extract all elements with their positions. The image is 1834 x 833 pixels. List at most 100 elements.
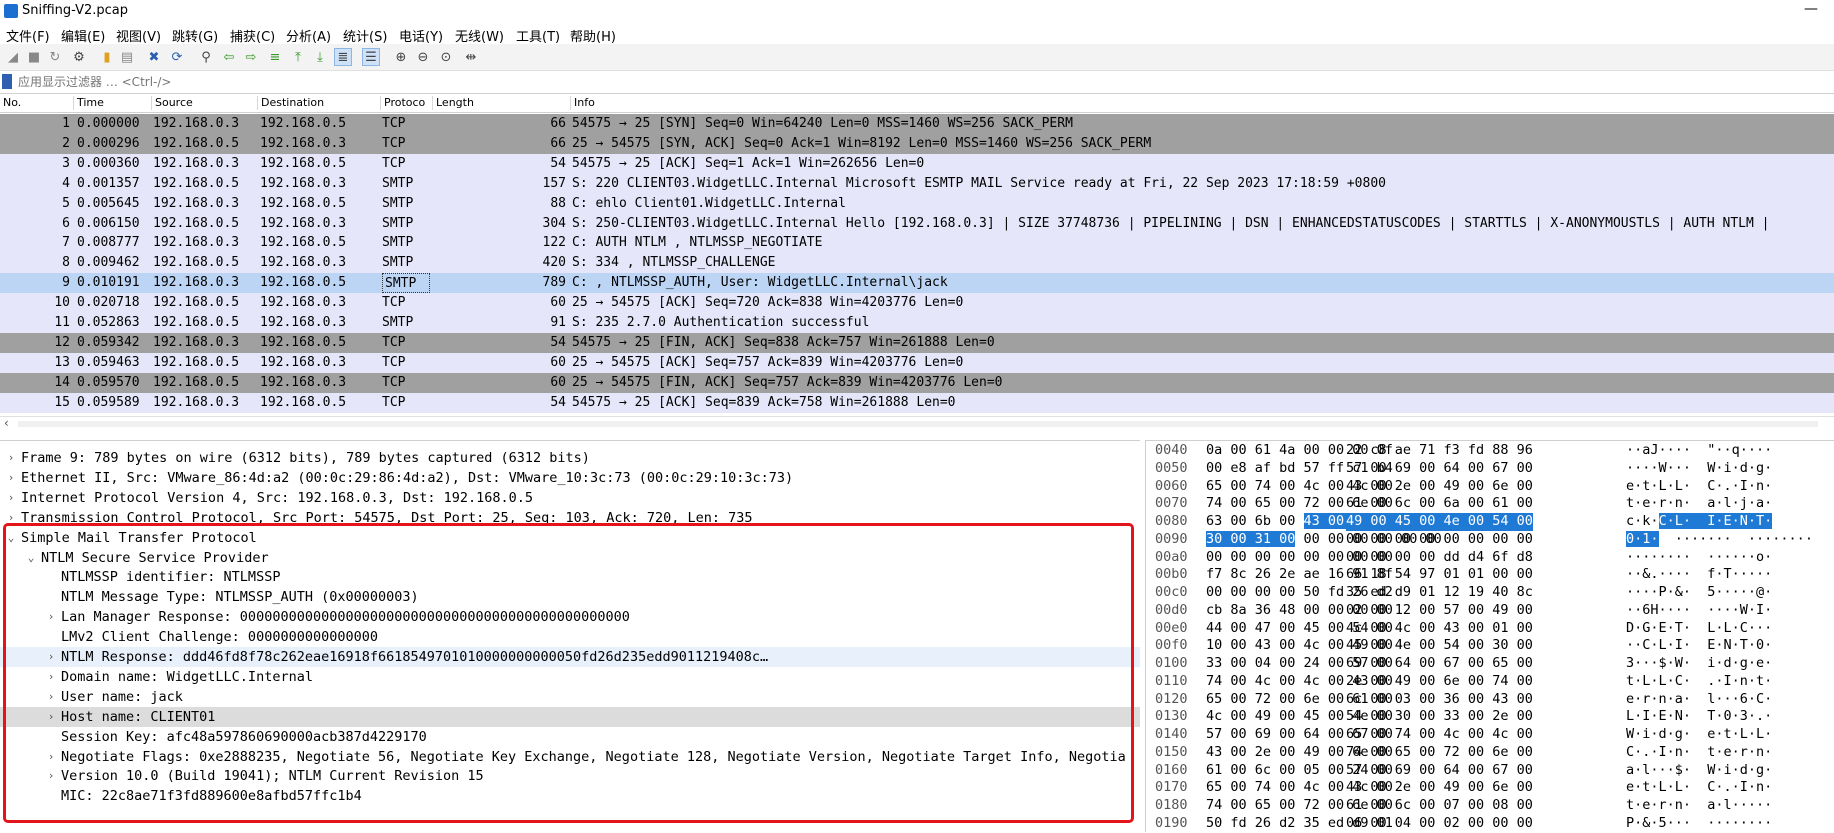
menu-tools[interactable]: 工具(T) xyxy=(516,26,560,45)
menu-help[interactable]: 帮助(H) xyxy=(570,26,616,45)
capture-options-icon[interactable]: ⚙ xyxy=(70,48,88,66)
detail-tree-item[interactable]: › Host name: CLIENT01 xyxy=(0,706,1140,727)
menu-telephony[interactable]: 电话(Y) xyxy=(399,26,443,45)
zoom-normal-icon[interactable]: ⊙ xyxy=(437,48,455,66)
colorize-icon[interactable]: ☰ xyxy=(362,48,380,66)
packet-list-scrollbar[interactable]: ‹ xyxy=(0,416,1834,431)
open-file-icon[interactable]: ▮ xyxy=(98,48,116,66)
detail-tree-item[interactable]: › Negotiate Flags: 0xe2888235, Negotiate … xyxy=(0,747,1140,767)
chevron-right-icon[interactable]: › xyxy=(6,468,16,488)
close-file-icon[interactable]: ✖ xyxy=(145,48,163,66)
detail-tree-item[interactable]: › NTLM Response: ddd46fd8f78c262eae16918f… xyxy=(0,647,1140,667)
chevron-right-icon[interactable]: › xyxy=(46,607,56,627)
go-last-icon[interactable]: ⤓ xyxy=(311,48,329,66)
hex-row[interactable]: 0130 4c 00 49 00 45 00 4e 00 54 00 30 00 3… xyxy=(1146,708,1834,726)
menu-view[interactable]: 视图(V) xyxy=(116,26,161,45)
hex-row[interactable]: 0120 65 00 72 00 6e 00 61 00 6c 00 03 00 3… xyxy=(1146,691,1834,709)
minimize-button[interactable]: — xyxy=(1804,1,1818,17)
detail-tree-item[interactable]: NTLM Message Type: NTLMSSP_AUTH (0x00000… xyxy=(0,587,1140,607)
restart-capture-icon[interactable]: ↻ xyxy=(46,48,64,66)
packet-row[interactable]: 2 0.000296 192.168.0.5 192.168.0.3 TCP 66 25 →… xyxy=(0,133,1834,154)
go-to-packet-icon[interactable]: ≡ xyxy=(266,48,284,66)
hex-row[interactable]: 0090 30 00 31 00 00 00 00 00 00 00 00 00 0… xyxy=(1146,530,1834,549)
packet-row[interactable]: 12 0.059342 192.168.0.3 192.168.0.5 TCP 54 545… xyxy=(0,332,1834,353)
hex-row[interactable]: 0180 74 00 65 00 72 00 6e 00 61 00 6c 00 0… xyxy=(1146,797,1834,815)
hex-row[interactable]: 00a0 00 00 00 00 00 00 00 00 00 00 00 00 d… xyxy=(1146,549,1834,567)
hex-row[interactable]: 0110 74 00 4c 00 4c 00 43 00 2e 00 49 00 6… xyxy=(1146,673,1834,691)
save-file-icon[interactable]: ▤ xyxy=(118,48,136,66)
chevron-right-icon[interactable]: › xyxy=(6,508,16,528)
chevron-right-icon[interactable]: › xyxy=(46,647,56,667)
packet-row[interactable]: 3 0.000360 192.168.0.3 192.168.0.5 TCP 54 5457… xyxy=(0,153,1834,174)
column-source[interactable]: Source xyxy=(152,96,258,110)
menu-go[interactable]: 跳转(G) xyxy=(172,26,218,45)
hex-row[interactable]: 0160 61 00 6c 00 05 00 24 00 57 00 69 00 6… xyxy=(1146,762,1834,780)
packet-row[interactable]: 10 0.020718 192.168.0.5 192.168.0.3 TCP 60 25 … xyxy=(0,293,1834,314)
detail-tree-item[interactable]: › Lan Manager Response: 00000000000000000… xyxy=(0,607,1140,627)
menu-capture[interactable]: 捕获(C) xyxy=(230,26,275,45)
column-time[interactable]: Time xyxy=(74,96,152,110)
stop-capture-icon[interactable]: ■ xyxy=(25,48,43,66)
column-length[interactable]: Length xyxy=(433,96,571,110)
find-packet-icon[interactable]: ⚲ xyxy=(197,48,215,66)
chevron-down-icon[interactable]: ⌄ xyxy=(26,548,36,568)
menu-file[interactable]: 文件(F) xyxy=(6,26,50,45)
packet-row[interactable]: 11 0.052863 192.168.0.5 192.168.0.3 SMTP 91 S:… xyxy=(0,313,1834,333)
go-back-icon[interactable]: ⇦ xyxy=(220,48,238,66)
menu-wireless[interactable]: 无线(W) xyxy=(455,26,504,45)
go-first-icon[interactable]: ⤒ xyxy=(289,48,307,66)
packet-row[interactable]: 13 0.059463 192.168.0.5 192.168.0.3 TCP 60 25 … xyxy=(0,352,1834,373)
column-protocol[interactable]: Protoco xyxy=(381,96,433,110)
detail-tree-item[interactable]: LMv2 Client Challenge: 0000000000000000 xyxy=(0,627,1140,647)
detail-tree-item[interactable]: › Domain name: WidgetLLC.Internal xyxy=(0,667,1140,687)
detail-tree-item[interactable]: › Frame 9: 789 bytes on wire (6312 bits),… xyxy=(0,448,1140,468)
packet-row[interactable]: 8 0.009462 192.168.0.5 192.168.0.3 SMTP 420 S:… xyxy=(0,253,1834,274)
detail-tree-item[interactable]: › Ethernet II, Src: VMware_86:4d:a2 (00:0… xyxy=(0,468,1140,488)
chevron-right-icon[interactable]: › xyxy=(46,667,56,687)
hex-row[interactable]: 0140 57 00 69 00 64 00 67 00 65 00 74 00 4… xyxy=(1146,726,1834,744)
column-info[interactable]: Info xyxy=(571,96,1834,110)
packet-row[interactable]: 7 0.008777 192.168.0.3 192.168.0.5 SMTP 122 C:… xyxy=(0,233,1834,254)
resize-columns-icon[interactable]: ⇹ xyxy=(462,48,480,66)
packet-row[interactable]: 4 0.001357 192.168.0.5 192.168.0.3 SMTP 157 S:… xyxy=(0,173,1834,194)
zoom-out-icon[interactable]: ⊖ xyxy=(414,48,432,66)
menu-statistics[interactable]: 统计(S) xyxy=(343,26,387,45)
chevron-right-icon[interactable]: › xyxy=(46,747,56,767)
detail-tree-item[interactable]: ⌄ NTLM Secure Service Provider xyxy=(0,548,1140,568)
hex-row[interactable]: 0170 65 00 74 00 4c 00 4c 00 43 00 2e 00 4… xyxy=(1146,779,1834,797)
hex-row[interactable]: 0040 0a 00 61 4a 00 00 00 0f 22 c8 ae 71 f… xyxy=(1146,442,1834,460)
go-forward-icon[interactable]: ⇨ xyxy=(242,48,260,66)
column-no[interactable]: No. xyxy=(0,96,74,110)
column-destination[interactable]: Destination xyxy=(258,96,381,110)
chevron-down-icon[interactable]: ⌄ xyxy=(6,528,16,548)
hex-row[interactable]: 0100 33 00 04 00 24 00 57 00 69 00 64 00 6… xyxy=(1146,655,1834,673)
packet-row[interactable]: 15 0.059589 192.168.0.3 192.168.0.5 TCP 54 545… xyxy=(0,392,1834,413)
packet-row[interactable]: 1 0.000000 192.168.0.3 192.168.0.5 TCP 66 5457… xyxy=(0,114,1834,134)
hex-row[interactable]: 00b0 f7 8c 26 2e ae 16 91 8f 66 18 54 97 0… xyxy=(1146,566,1834,584)
chevron-right-icon[interactable]: › xyxy=(6,448,16,468)
detail-tree-item[interactable]: MIC: 22c8ae71f3fd889600e8afbd57ffc1b4 xyxy=(0,786,1140,806)
chevron-right-icon[interactable]: › xyxy=(46,707,56,727)
hex-row[interactable]: 0190 50 fd 26 d2 35 ed d9 01 06 00 04 00 0… xyxy=(1146,815,1834,833)
detail-tree-item[interactable]: › Internet Protocol Version 4, Src: 192.1… xyxy=(0,488,1140,508)
zoom-in-icon[interactable]: ⊕ xyxy=(392,48,410,66)
hex-row[interactable]: 0050 00 e8 af bd 57 ff c1 b4 57 00 69 00 6… xyxy=(1146,460,1834,478)
chevron-right-icon[interactable]: › xyxy=(6,488,16,508)
start-capture-icon[interactable]: ◢ xyxy=(4,48,22,66)
chevron-right-icon[interactable]: › xyxy=(46,766,56,786)
display-filter-input[interactable] xyxy=(18,73,1828,91)
hex-row[interactable]: 00e0 44 00 47 00 45 00 54 00 4c 00 4c 00 4… xyxy=(1146,620,1834,638)
hex-row[interactable]: 00f0 10 00 43 00 4c 00 49 00 45 00 4e 00 5… xyxy=(1146,637,1834,655)
hex-row[interactable]: 008063 00 6b 00 43 00 4c 0049 00 45 00 4… xyxy=(1146,513,1834,531)
menu-edit[interactable]: 编辑(E) xyxy=(61,26,105,45)
hex-row[interactable]: 0060 65 00 74 00 4c 00 4c 00 43 00 2e 00 4… xyxy=(1146,478,1834,496)
scrollbar-track[interactable] xyxy=(18,421,1818,427)
packet-row[interactable]: 9 0.010191 192.168.0.3 192.168.0.5 SMTP 789 C:… xyxy=(0,273,1834,294)
filter-bookmark-icon[interactable] xyxy=(2,74,12,89)
packet-row[interactable]: 5 0.005645 192.168.0.3 192.168.0.5 SMTP 88 C: … xyxy=(0,193,1834,214)
detail-tree-item[interactable]: › User name: jack xyxy=(0,687,1140,707)
packet-row[interactable]: 14 0.059570 192.168.0.5 192.168.0.3 TCP 60 25 … xyxy=(0,372,1834,393)
detail-tree-item[interactable]: › Transmission Control Protocol, Src Port… xyxy=(0,508,1140,528)
hex-row[interactable]: 0150 43 00 2e 00 49 00 6e 00 74 00 65 00 7… xyxy=(1146,744,1834,762)
chevron-right-icon[interactable]: › xyxy=(46,687,56,707)
